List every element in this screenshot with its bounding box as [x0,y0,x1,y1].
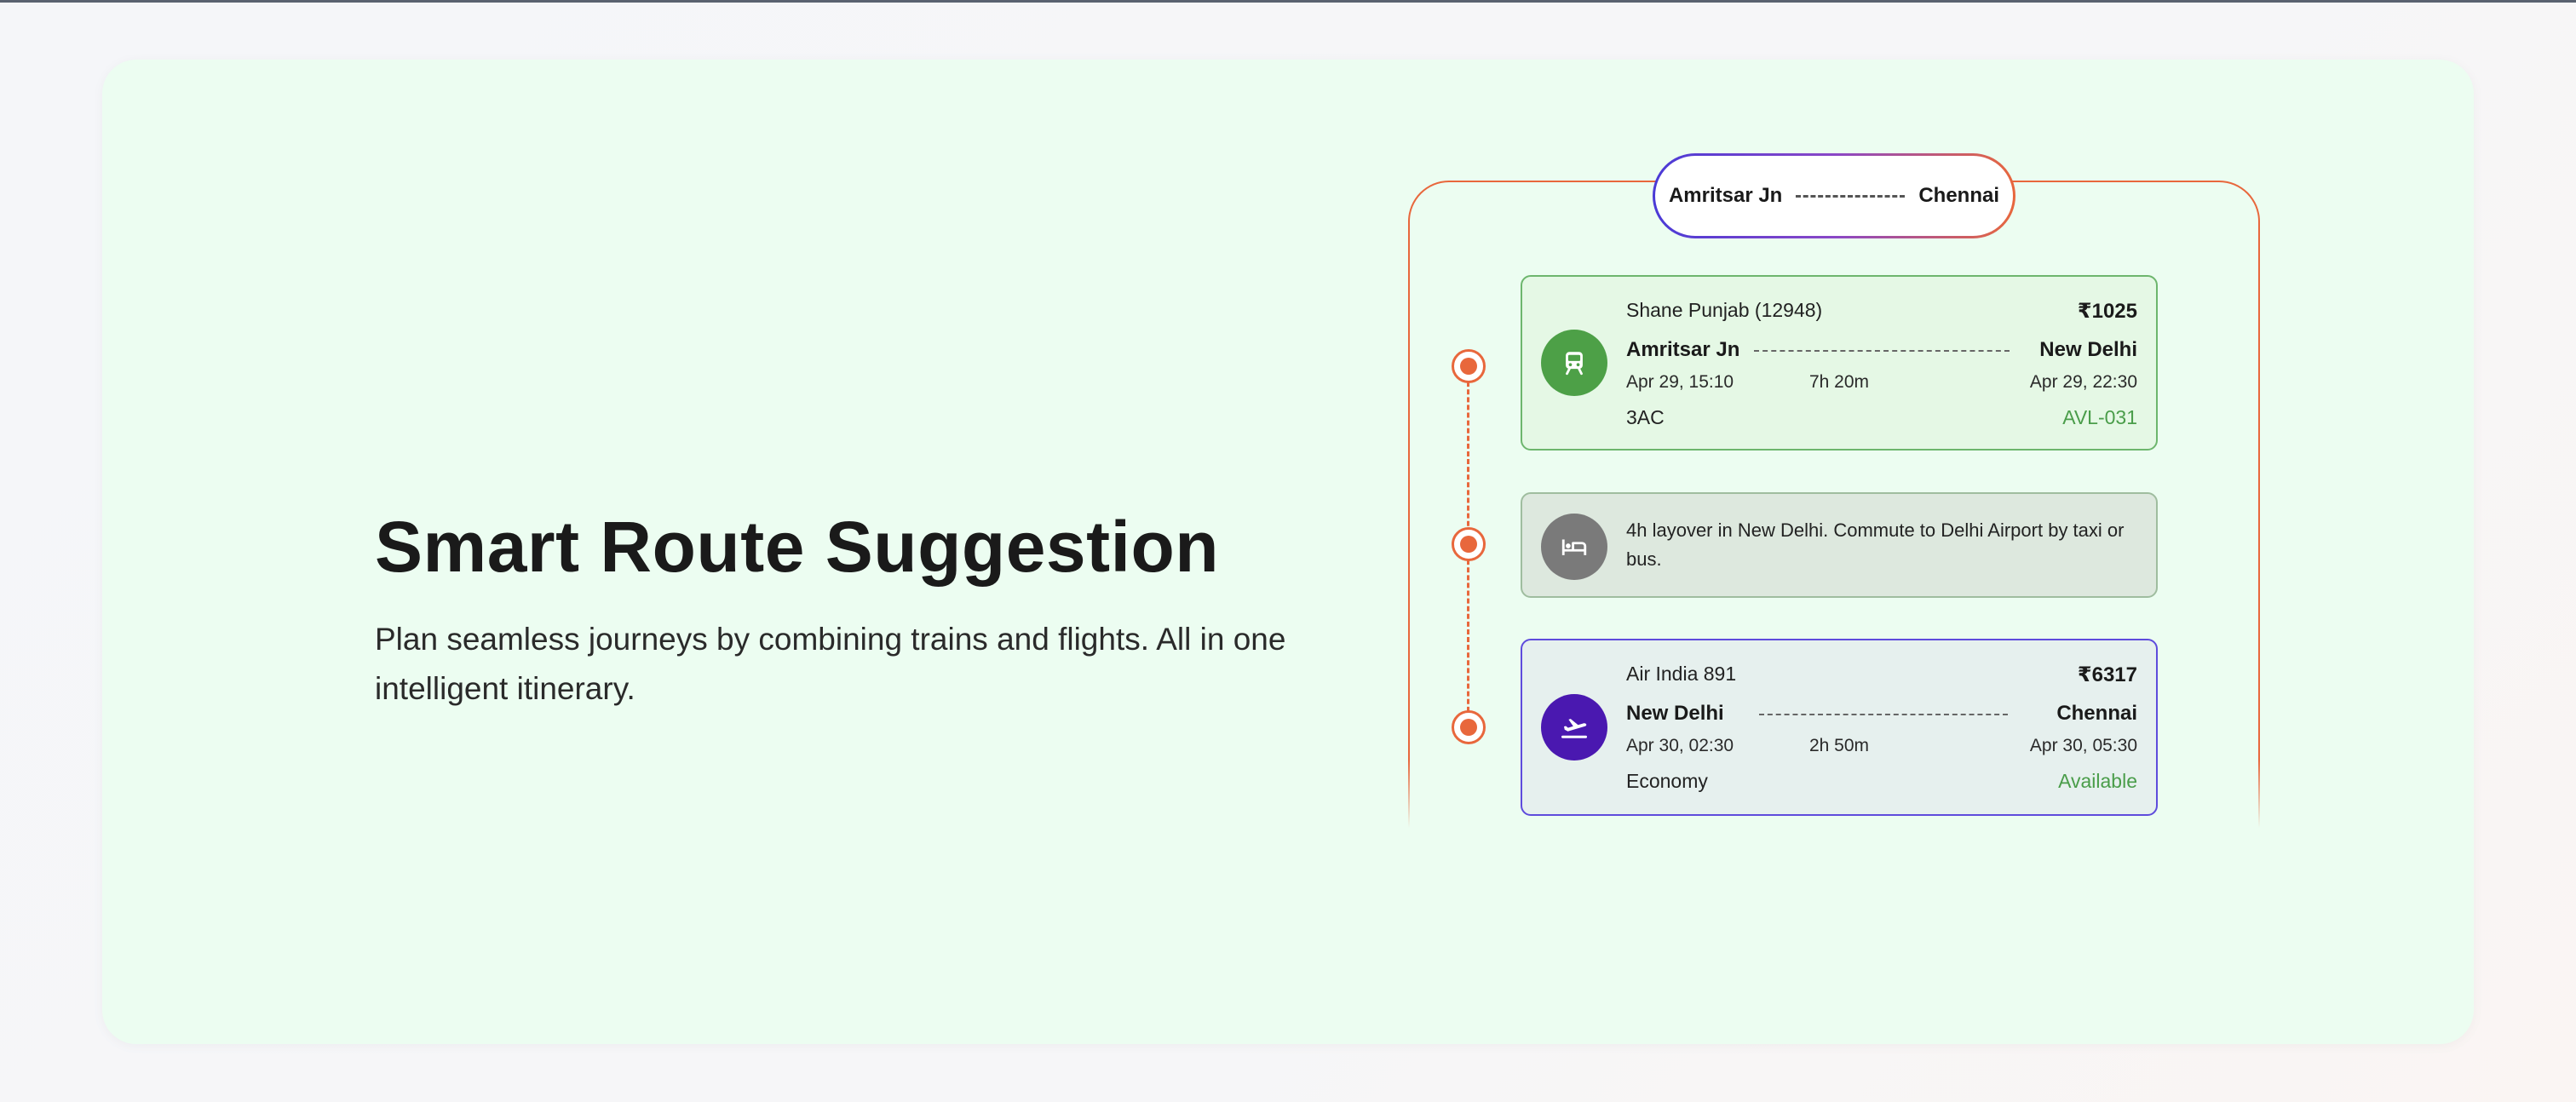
train-arrival: Apr 29, 22:30 [2029,372,2137,392]
layover-description: 4h layover in New Delhi. Commute to Delh… [1626,519,2125,570]
flight-arrival: Apr 30, 05:30 [2029,736,2137,755]
flight-class: Economy [1626,770,1708,792]
train-class: 3AC [1626,406,1665,428]
route-summary-pill: Amritsar Jn Chennai [1653,153,2015,238]
layover-card: 4h layover in New Delhi. Commute to Delh… [1521,492,2158,598]
train-from: Amritsar Jn [1626,338,1740,361]
timeline-node-flight [1452,710,1486,744]
page-title: Smart Route Suggestion [375,507,1220,587]
flight-to: Chennai [2056,702,2137,725]
train-price: ₹1025 [2077,300,2137,323]
route-destination: Chennai [1918,184,2000,207]
train-route-connector [1754,350,2010,352]
top-border [0,0,2576,3]
flight-route-connector [1759,714,2008,715]
flight-from: New Delhi [1626,702,1724,725]
flight-availability: Available [2058,770,2137,792]
route-connector [1796,194,1906,198]
train-leg-card[interactable]: Shane Punjab (12948) ₹1025 Amritsar Jn N… [1521,275,2158,451]
flight-leg-card[interactable]: Air India 891 ₹6317 New Delhi Chennai Ap… [1521,639,2158,816]
page-description: Plan seamless journeys by combining trai… [375,622,1286,706]
train-availability: AVL-031 [2062,406,2137,428]
flight-price: ₹6317 [2077,663,2137,686]
train-name: Shane Punjab (12948) [1626,299,1823,321]
flight-name: Air India 891 [1626,663,1737,685]
train-to: New Delhi [2039,338,2137,361]
hotel-bed-icon [1541,514,1607,580]
timeline-node-train [1452,349,1486,383]
timeline-node-layover [1452,527,1486,561]
route-origin: Amritsar Jn [1668,184,1783,207]
